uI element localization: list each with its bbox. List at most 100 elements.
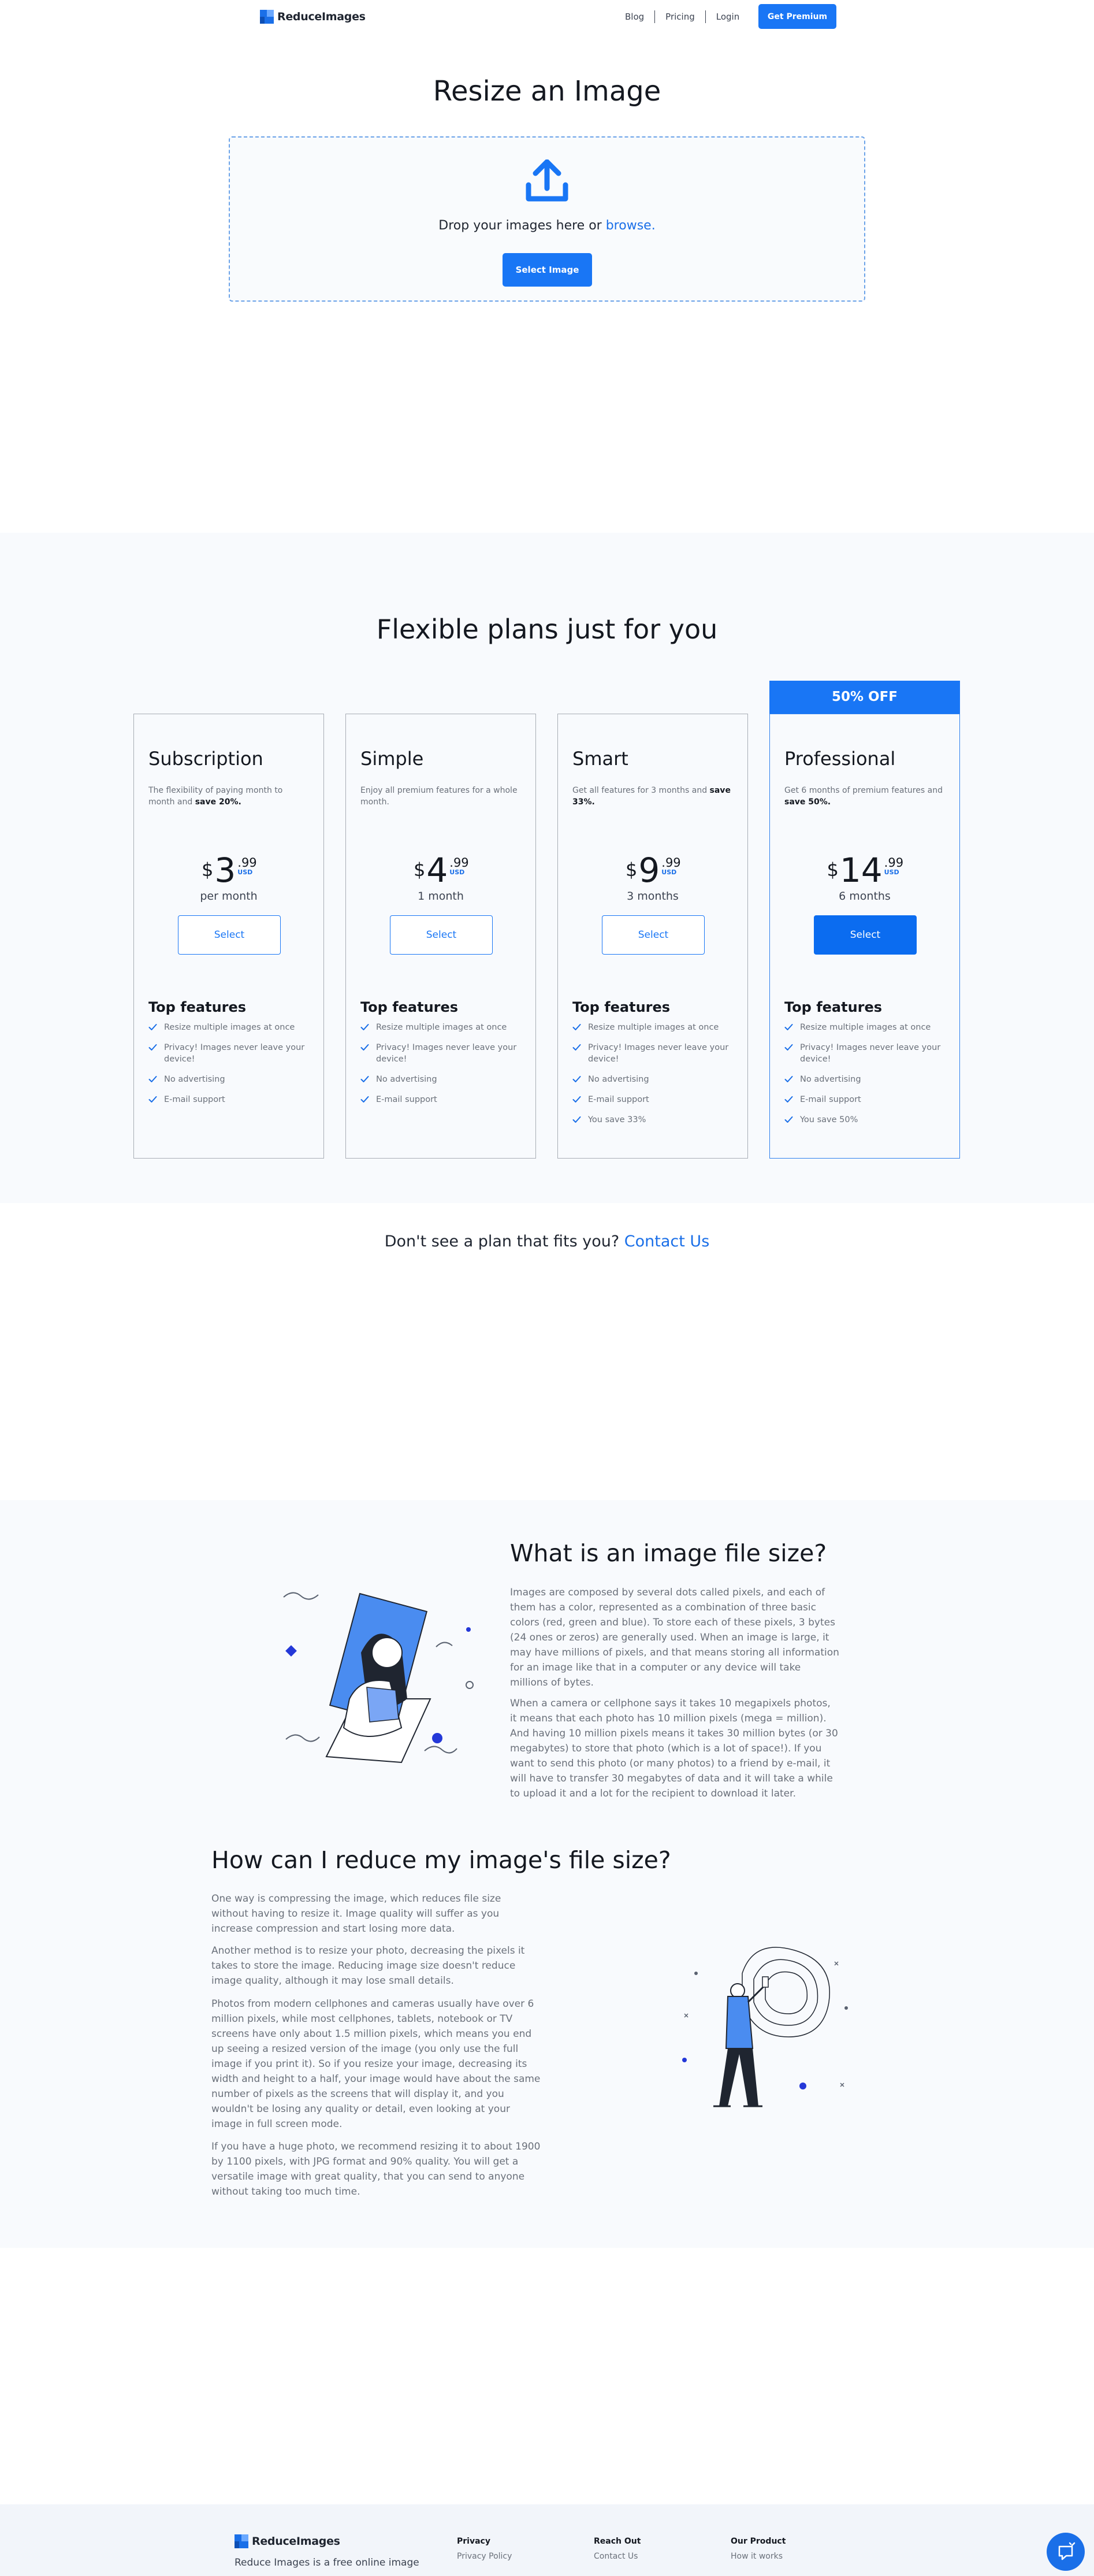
feature-label: E-mail support	[800, 1095, 861, 1104]
plan-description: Enjoy all premium features for a whole m…	[360, 786, 518, 807]
feature-item: Privacy! Images never leave your device!	[148, 1042, 316, 1065]
features-title: Top features	[784, 999, 883, 1015]
check-icon	[784, 1096, 793, 1103]
features-list: Resize multiple images at once Privacy! I…	[572, 1022, 740, 1134]
feature-label: Resize multiple images at once	[376, 1023, 507, 1032]
feature-label: No advertising	[800, 1075, 861, 1084]
currency-code: USD	[237, 868, 253, 876]
footer	[0, 2504, 1094, 2576]
plan-name: Subscription	[148, 748, 263, 770]
check-icon	[572, 1096, 581, 1103]
feature-item: Resize multiple images at once	[784, 1022, 952, 1033]
nav-link-login[interactable]: Login	[716, 12, 739, 22]
image-dropzone[interactable]: Drop your images here or browse. Select …	[229, 136, 865, 302]
currency-symbol: $	[626, 859, 638, 881]
footer-reach-out-title: Reach Out	[594, 2537, 641, 2546]
check-icon	[572, 1116, 581, 1123]
logo-icon	[235, 2534, 248, 2548]
plan-price: $3.99 USD	[134, 853, 323, 888]
feature-item: No advertising	[148, 1074, 316, 1085]
feature-label: E-mail support	[164, 1095, 225, 1104]
plan-period: 6 months	[839, 890, 891, 903]
get-premium-button[interactable]: Get Premium	[758, 4, 836, 29]
reduce-size-paragraph: If you have a huge photo, we recommend r…	[211, 2141, 541, 2198]
footer-logo[interactable]: ReduceImages	[235, 2534, 340, 2548]
feature-label: Resize multiple images at once	[588, 1023, 719, 1032]
feature-item: E-mail support	[148, 1094, 316, 1105]
feature-item: E-mail support	[360, 1094, 528, 1105]
logo-text: ReduceImages	[277, 10, 366, 23]
man-phone-illustration-icon	[682, 1947, 848, 2107]
plan-price: $9.99 USD	[558, 853, 747, 888]
features-title: Top features	[572, 999, 671, 1015]
feature-label: Privacy! Images never leave your device!	[588, 1043, 729, 1064]
features-list: Resize multiple images at once Privacy! I…	[148, 1022, 316, 1114]
plan-description: Get 6 months of premium features and sav…	[784, 786, 943, 807]
price-cents: .99	[884, 856, 904, 870]
price-amount: 9	[638, 851, 660, 890]
footer-tagline: Reduce Images is a free online image	[235, 2557, 419, 2568]
plan-period: 1 month	[418, 890, 464, 903]
contact-us-link[interactable]: Contact Us	[624, 1233, 709, 1250]
plan-name: Professional	[784, 748, 896, 770]
top-nav: ReduceImages Blog Pricing Login Get Prem…	[0, 0, 1094, 32]
check-icon	[148, 1024, 157, 1030]
browse-link[interactable]: browse.	[606, 218, 656, 233]
check-icon	[784, 1076, 793, 1082]
feature-label: No advertising	[164, 1075, 225, 1084]
footer-our-product-title: Our Product	[731, 2537, 786, 2546]
file-size-paragraph: Images are composed by several dots call…	[510, 1587, 839, 1688]
nav-link-pricing[interactable]: Pricing	[665, 12, 695, 22]
plan-card-simple: Simple Enjoy all premium features for a w…	[345, 714, 536, 1159]
feature-label: Privacy! Images never leave your device!	[800, 1043, 941, 1064]
check-icon	[360, 1076, 369, 1082]
footer-link-contact-us[interactable]: Contact Us	[594, 2552, 638, 2561]
contact-cta: Don't see a plan that fits you? Contact …	[384, 1233, 710, 1250]
drop-instructions: Drop your images here or browse.	[438, 218, 656, 233]
footer-link-privacy-policy[interactable]: Privacy Policy	[457, 2552, 512, 2561]
select-plan-button[interactable]: Select	[390, 915, 493, 955]
check-icon	[360, 1044, 369, 1051]
currency-symbol: $	[202, 859, 214, 881]
select-plan-button[interactable]: Select	[178, 915, 281, 955]
reduce-size-paragraph: Another method is to resize your photo, …	[211, 1945, 525, 1987]
logo[interactable]: ReduceImages	[260, 9, 366, 24]
feature-label: No advertising	[588, 1075, 649, 1084]
plan-period: per month	[200, 890, 258, 903]
nav-divider	[654, 10, 656, 23]
features-title: Top features	[148, 999, 247, 1015]
plan-description: Get all features for 3 months and save 3…	[572, 786, 731, 807]
select-plan-button[interactable]: Select	[814, 915, 917, 955]
price-cents: .99	[237, 856, 257, 870]
logo-icon	[260, 10, 274, 24]
feature-item: You save 50%	[784, 1114, 952, 1126]
feature-label: Privacy! Images never leave your device!	[376, 1043, 517, 1064]
select-plan-button[interactable]: Select	[602, 915, 705, 955]
nav-link-blog[interactable]: Blog	[625, 12, 644, 22]
features-list: Resize multiple images at once Privacy! I…	[360, 1022, 528, 1114]
footer-link-how-it-works[interactable]: How it works	[731, 2552, 783, 2561]
check-icon	[148, 1076, 157, 1082]
feature-label: You save 33%	[588, 1115, 646, 1124]
check-icon	[148, 1044, 157, 1051]
feature-label: No advertising	[376, 1075, 437, 1084]
feature-item: E-mail support	[572, 1094, 740, 1105]
plan-period: 3 months	[627, 890, 679, 903]
plan-price: $4.99 USD	[346, 853, 535, 888]
feature-label: You save 50%	[800, 1115, 858, 1124]
check-icon	[360, 1024, 369, 1030]
features-list: Resize multiple images at once Privacy! I…	[784, 1022, 952, 1134]
feature-item: No advertising	[784, 1074, 952, 1085]
feature-label: Resize multiple images at once	[164, 1023, 295, 1032]
feature-item: Privacy! Images never leave your device!	[572, 1042, 740, 1065]
feature-item: Resize multiple images at once	[572, 1022, 740, 1033]
price-amount: 3	[214, 851, 236, 890]
check-icon	[572, 1076, 581, 1082]
nav-links: Blog Pricing Login	[625, 10, 739, 23]
file-size-heading: What is an image file size?	[510, 1539, 827, 1567]
select-image-button[interactable]: Select Image	[503, 253, 592, 287]
reduce-size-paragraph: One way is compressing the image, which …	[211, 1893, 501, 1935]
chat-button[interactable]	[1047, 2533, 1085, 2571]
currency-code: USD	[449, 868, 465, 876]
plan-name: Smart	[572, 748, 628, 770]
